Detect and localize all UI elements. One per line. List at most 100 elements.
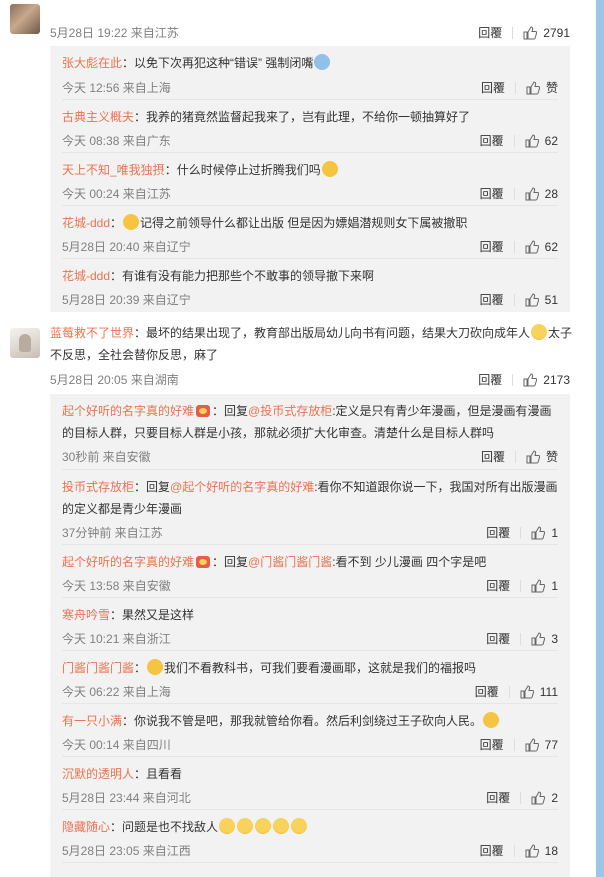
like-count: 赞 [545,81,558,95]
sub-comment: 起个好听的名字真的好难 ：回复@门酱门酱门酱:看不到 少儿漫画 四个字是吧 [62,544,558,573]
thumbs-up-icon[interactable] [531,790,546,805]
username-link[interactable]: 沉默的透明人 [62,767,134,781]
sub-comment: 投币式存放柜：回复@起个好听的名字真的好难:看你不知道跟你说一下，我国对所有出版… [62,469,558,520]
sub-comment: 门酱门酱门酱： 我们不看教科书，可我们要看漫画耶，这就是我们的福报吗 [62,650,558,679]
reply-button[interactable]: 回覆 [486,789,510,806]
comment-ops: 回覆 2 [486,789,558,806]
emoji-icon [314,54,331,70]
like-count: 2173 [543,372,570,387]
comment-meta: 今天 00:24 来自江苏 [62,187,171,201]
reply-button[interactable]: 回覆 [480,185,504,202]
comment-meta: 5月28日 23:44 来自河北 [62,791,191,805]
username-link[interactable]: 蓝莓救不了世界 [50,326,134,340]
reply-button[interactable]: 回覆 [480,842,504,859]
badge-icon [196,556,211,568]
comment-text: ：最坏的结果出现了，教育部出版局幼儿向书有问题，结果大刀砍向成年人 [134,326,531,340]
thumbs-up-icon[interactable] [523,372,538,387]
comment-meta: 37分钟前 来自江苏 [62,526,163,540]
reply-button[interactable]: 回覆 [481,79,505,96]
mention-link[interactable]: @起个好听的名字真的好难 [170,480,314,494]
reply-button[interactable]: 回覆 [478,24,502,41]
username-link[interactable]: 投币式存放柜 [62,480,134,494]
like-count: 赞 [545,450,558,464]
comment-text: ：什么时候停止过折腾我们吗 [164,163,321,177]
comment-text: ：有谁有没有能力把那些个不敢事的领导撤下来啊 [110,269,375,283]
reply-button[interactable]: 回覆 [486,524,510,541]
emoji-icon [123,214,140,230]
reply-prefix: ：回复 [212,404,249,418]
thumbs-up-icon[interactable] [523,25,538,40]
avatar[interactable] [10,328,40,358]
emoji-icon [321,161,338,177]
thumbs-up-icon[interactable] [526,80,540,95]
mention-link[interactable]: @投币式存放柜 [248,404,332,418]
username-link[interactable]: 起个好听的名字真的好难 [62,404,194,418]
username-link[interactable]: 隐藏随心 [62,820,110,834]
thumbs-up-icon[interactable] [525,239,539,254]
thumbs-up-icon[interactable] [531,525,546,540]
mention-link[interactable]: @门酱门酱门酱 [248,555,332,569]
username-link[interactable]: 张大彪在此 [62,56,122,70]
thumbs-up-icon[interactable] [531,578,546,593]
thumbs-up-icon[interactable] [525,292,539,307]
emoji-icon [237,818,254,834]
comment-ops: 回覆 1 [486,577,558,594]
thumbs-up-icon[interactable] [520,684,534,699]
username-link[interactable]: 天上不知_唯我独摂 [62,163,165,177]
comment-text: ：以免下次再犯这种“错误” 强制闭嘴 [122,56,314,70]
reply-button[interactable]: 回覆 [480,238,504,255]
avatar[interactable] [10,4,40,34]
username-link[interactable]: 起个好听的名字真的好难 [62,555,194,569]
comment-text: :看不到 少儿漫画 四个字是吧 [332,555,487,569]
thumbs-up-icon[interactable] [525,843,539,858]
reply-button[interactable]: 回覆 [480,736,504,753]
sub-comment: 天上不知_唯我独摂：什么时候停止过折腾我们吗 [62,152,558,181]
comment-meta: 今天 12:56 来自上海 [62,81,171,95]
comment-meta: 今天 10:21 来自浙江 [62,632,171,646]
comment-text: 我们不看教科书，可我们要看漫画耶，这就是我们的福报吗 [164,661,477,675]
sub-comment-cutoff [62,862,558,863]
comment-ops: 回覆 28 [480,185,558,202]
like-count: 1 [551,578,558,593]
comment-ops: 回覆 62 [480,132,558,149]
thumbs-up-icon[interactable] [526,449,540,464]
username-link[interactable]: 有一只小满 [62,714,122,728]
reply-button[interactable]: 回覆 [480,132,504,149]
like-count: 62 [544,133,558,148]
username-link[interactable]: 古典主义概夫 [62,110,134,124]
thumbs-up-icon[interactable] [525,737,539,752]
sub-comment: 沉默的透明人：且看看 [62,756,558,785]
like-count: 2 [551,790,558,805]
thumbs-up-icon[interactable] [531,631,546,646]
reply-button[interactable]: 回覆 [480,291,504,308]
username-link[interactable]: 花城-ddd [62,216,110,230]
comment-meta: 5月28日 19:22 来自江苏 [50,26,179,40]
comment-text: ：我养的猪竟然监督起我来了，岂有此理，不给你一顿抽算好了 [134,110,471,124]
comment-meta: 今天 13:58 来自安徽 [62,579,171,593]
thumbs-up-icon[interactable] [525,186,539,201]
like-count: 111 [539,684,558,699]
comment-ops: 回覆 51 [480,291,558,308]
comment-ops: 回覆 1 [486,524,558,541]
comment-ops: 回覆 3 [486,630,558,647]
username-link[interactable]: 花城-ddd [62,269,110,283]
like-count: 18 [544,843,558,858]
like-count: 62 [544,239,558,254]
comment-text: ：问题是也不找敌人 [110,820,219,834]
sub-comment-box: 张大彪在此：以免下次再犯这种“错误” 强制闭嘴 今天 12:56 来自上海 回覆… [50,46,570,312]
reply-button[interactable]: 回覆 [481,448,505,465]
username-link[interactable]: 寒舟吟雪 [62,608,110,622]
reply-button[interactable]: 回覆 [478,371,502,388]
comment-ops: 回覆 2791 [478,24,570,41]
sub-comment: 寒舟吟雪：果然又是这样 [62,597,558,626]
comment: 蓝莓救不了世界：最坏的结果出现了，教育部出版局幼儿向书有问题，结果大刀砍向成年人… [50,322,574,366]
comment-meta: 5月28日 20:05 来自湖南 [50,373,179,387]
username-link[interactable]: 门酱门酱门酱 [62,661,134,675]
thumbs-up-icon[interactable] [525,133,539,148]
reply-button[interactable]: 回覆 [475,683,499,700]
reply-button[interactable]: 回覆 [486,577,510,594]
like-count: 51 [544,292,558,307]
reply-button[interactable]: 回覆 [486,630,510,647]
sub-comment: 花城-ddd：有谁有没有能力把那些个不敢事的领导撤下来啊 [62,258,558,287]
sub-comment: 隐藏随心：问题是也不找敌人 [62,809,558,838]
